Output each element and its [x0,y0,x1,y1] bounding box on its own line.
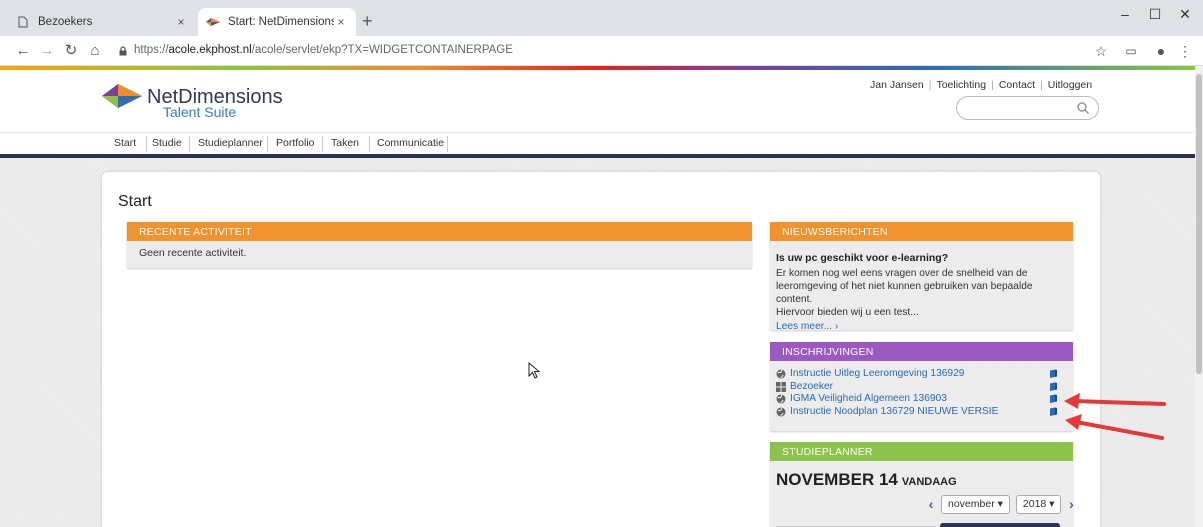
forward-arrow-icon[interactable]: → [38,42,56,60]
toelichting-link[interactable]: Toelichting [936,79,986,91]
widget-heading: RECENTE ACTIVITEIT [127,222,752,241]
url-host: acole.ekphost.nl [168,44,252,56]
enrollment-item[interactable]: Bezoeker [776,381,1067,394]
annotation-arrow [1065,414,1164,440]
book-icon[interactable] [1049,382,1058,392]
star-icon[interactable]: ☆ [1092,42,1110,60]
annotation-arrow [1064,393,1166,409]
enrollment-item[interactable]: IGMA Veiligheid Algemeen 136903 [776,393,1067,406]
book-icon[interactable] [1049,369,1058,379]
close-icon[interactable]: × [174,15,188,29]
planner-controls: ‹ november ▾ 2018 ▾ › [924,494,1078,514]
search-input[interactable] [956,96,1099,120]
nav-studieplanner[interactable]: Studieplanner [198,137,263,149]
nav-studie[interactable]: Studie [152,137,182,149]
news-line: Hiervoor bieden wij u een test... [776,307,919,318]
enrollment-label[interactable]: Bezoeker [790,381,833,392]
enrollment-item[interactable]: Instructie Uitleg Leeromgeving 136929 [776,368,1067,381]
address-bar[interactable]: https://acole.ekphost.nl/acole/servlet/e… [134,44,513,56]
planner-date: NOVEMBER 14 VANDAAG [776,470,957,490]
recent-activity-text: Geen recente activiteit. [139,247,247,259]
main-nav: Start Studie Studieplanner Portfolio Tak… [0,132,1195,154]
globe-icon [776,394,786,404]
widget-heading: NIEUWSBERICHTEN [770,222,1073,241]
book-icon[interactable] [1049,407,1058,417]
nav-portfolio[interactable]: Portfolio [276,137,315,149]
tab-title: Start: NetDimensions Talent Suite [228,16,334,28]
close-window-button[interactable]: ✕ [1170,6,1200,23]
enrollments-widget: INSCHRIJVINGEN Instructie Uitleg Leeromg… [770,342,1073,431]
widget-heading: STUDIEPLANNER [770,442,1073,461]
lock-icon [119,46,127,56]
news-line: Er komen nog wel eens vragen over de sne… [776,268,1028,279]
news-widget: NIEUWSBERICHTEN Is uw pc geschikt voor e… [770,222,1073,332]
netdimensions-favicon-icon [206,15,220,29]
study-planner-widget: STUDIEPLANNER NOVEMBER 14 VANDAAG ‹ novem… [770,442,1074,527]
news-line: leeromgeving of het niet kunnen gebruike… [776,281,1033,305]
enrollment-label[interactable]: Instructie Uitleg Leeromgeving 136929 [790,368,964,379]
scrollbar-thumb[interactable] [1196,74,1202,374]
month-select[interactable]: november ▾ [941,494,1010,514]
close-icon[interactable]: × [334,15,348,29]
logout-link[interactable]: Uitloggen [1048,79,1092,91]
chevron-right-icon[interactable]: › [1064,496,1078,512]
planner-date-text: NOVEMBER 14 [776,470,898,489]
netdimensions-logo[interactable] [102,82,142,110]
url-prefix: https:// [134,44,169,56]
search-icon[interactable] [1076,101,1090,115]
user-name-link[interactable]: Jan Jansen [870,79,924,91]
url-path: /acole/servlet/ekp?TX=WIDGETCONTAINERPAG… [251,44,513,56]
content-panel: Start RECENTE ACTIVITEIT Geen recente ac… [102,172,1100,527]
browser-toolbar: ← → ↻ ⌂ https://acole.ekphost.nl/acole/s… [0,36,1203,66]
browser-tabstrip: Bezoekers × Start: NetDimensions Talent … [0,0,1203,36]
enrollment-item[interactable]: Instructie Noodplan 136729 NIEUWE VERSIE [776,406,1067,419]
globe-icon [776,369,786,379]
page-icon [16,15,30,29]
news-item-body: Er komen nog wel eens vragen over de sne… [770,264,1073,319]
back-arrow-icon[interactable]: ← [14,42,32,60]
nav-taken[interactable]: Taken [331,137,359,149]
profile-icon[interactable]: ● [1152,42,1170,60]
reload-icon[interactable]: ↻ [62,42,80,60]
new-tab-button[interactable]: + [362,12,373,30]
read-more-link[interactable]: Lees meer... › [770,319,1073,332]
minimize-button[interactable]: – [1110,6,1140,22]
tab-start[interactable]: Start: NetDimensions Talent Suite × [198,8,356,36]
tab-title: Bezoekers [38,16,93,28]
page-title: Start [118,193,152,210]
widget-heading: INSCHRIJVINGEN [770,342,1073,361]
book-icon[interactable] [1049,394,1058,404]
nav-start[interactable]: Start [114,137,136,149]
home-icon[interactable]: ⌂ [86,42,104,60]
contact-link[interactable]: Contact [999,79,1035,91]
enrollment-label[interactable]: Instructie Noodplan 136729 NIEUWE VERSIE [790,406,998,417]
brand-subtitle: Talent Suite [163,104,237,120]
maximize-button[interactable]: ☐ [1140,6,1170,23]
top-links: Jan Jansen | Toelichting | Contact | Uitloggen [870,79,1093,91]
site-header: NetDimensions Talent Suite Jan Jansen | To… [0,70,1195,132]
planner-button[interactable] [940,523,1060,527]
scrollbar[interactable] [1195,66,1203,527]
chevron-left-icon[interactable]: ‹ [924,496,938,512]
nav-communicatie[interactable]: Communicatie [377,137,444,149]
menu-icon[interactable]: ⋮ [1176,42,1194,60]
news-item-title: Is uw pc geschikt voor e-learning? [776,252,949,264]
tab-bezoekers[interactable]: Bezoekers × [8,8,196,36]
mouse-cursor-icon [528,362,540,379]
year-select[interactable]: 2018 ▾ [1015,494,1062,514]
cast-icon[interactable]: ▭ [1122,42,1140,60]
grid-icon [776,381,786,392]
recent-activity-widget: RECENTE ACTIVITEIT Geen recente activite… [127,222,752,268]
globe-icon [776,407,786,416]
enrollment-label[interactable]: IGMA Veiligheid Algemeen 136903 [790,393,947,404]
today-label: VANDAAG [901,476,957,488]
